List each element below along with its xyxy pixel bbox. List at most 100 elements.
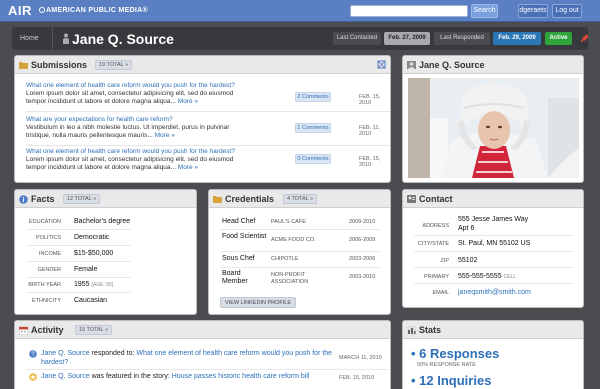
profile-photo	[408, 78, 579, 178]
response-rate: 50% RESPONSE RATE	[417, 362, 476, 368]
comments-button[interactable]: 2 Comments	[295, 92, 331, 102]
contact-label: EMAIL	[432, 290, 449, 296]
activity-item: Jane Q. Source responded to: What one el…	[41, 350, 341, 367]
submissions-count[interactable]: 19 TOTAL »	[95, 60, 133, 70]
logout-button[interactable]: Log out	[552, 4, 582, 18]
credential-org: NON-PROFIT ASSOCIATION	[271, 272, 309, 285]
credentials-panel: Credentials 4 TOTAL » Head Chef PAUL'S C…	[208, 189, 391, 315]
calendar-icon	[19, 326, 28, 335]
inquiries-stat: • 12 Inquiries	[411, 373, 492, 388]
activity-panel: Activity 15 TOTAL » ? Jane Q. Source res…	[14, 320, 391, 389]
divider	[26, 277, 131, 278]
page-title: Jane Q. Source	[72, 31, 174, 47]
address-line-1: 555 Jesse James Way	[458, 216, 529, 223]
fact-value: Bachelor's degree	[74, 218, 131, 225]
credentials-count[interactable]: 4 TOTAL »	[283, 194, 318, 204]
bar-chart-icon	[407, 326, 416, 334]
contact-label: ZIP	[440, 258, 449, 264]
activity-verb: was featured in the story:	[91, 373, 170, 380]
status-badge[interactable]: Active	[545, 32, 572, 45]
birth-year: 1955	[74, 281, 90, 288]
folder-icon	[213, 196, 222, 203]
photo-header: Jane Q. Source	[403, 56, 583, 74]
expand-icon[interactable]	[377, 60, 386, 69]
phone-type: CELL	[503, 274, 517, 280]
divider	[26, 369, 388, 370]
activity-title: Activity	[31, 325, 64, 335]
fact-label: EDUCATION	[29, 219, 61, 225]
search-button[interactable]: Search	[471, 4, 498, 18]
credential-role: Board Member	[222, 270, 248, 285]
divider	[220, 251, 380, 252]
divider	[414, 283, 574, 284]
contact-panel: Contact ADDRESS 555 Jesse James Way Apt 6…	[402, 189, 584, 308]
credential-org: PAUL'S CAFE	[271, 219, 306, 225]
phone-number: 555-555-5555	[458, 273, 502, 280]
fact-value: Caucasian	[74, 297, 108, 304]
more-link[interactable]: More »	[178, 98, 198, 105]
divider	[26, 145, 390, 146]
submission-body-line: tempor incididunt ut labore et dolore ma…	[26, 164, 176, 171]
submission-body-line: Lorem ipsum dolor sit amet, consectetur …	[26, 156, 234, 163]
divider	[26, 292, 131, 293]
submission-question[interactable]: What one element of health care reform w…	[26, 148, 288, 156]
credential-role: Head Chef	[222, 218, 256, 225]
activity-person-link[interactable]: Jane Q. Source	[41, 350, 90, 357]
activity-link[interactable]: What one element of health care reform w…	[136, 350, 332, 357]
facts-title: Facts	[31, 194, 55, 204]
divider	[26, 245, 131, 246]
fact-value: 1955 [AGE: 55]	[74, 281, 113, 288]
activity-person-link[interactable]: Jane Q. Source	[41, 373, 90, 380]
activity-verb: responded to:	[91, 350, 135, 357]
contact-value: 555-555-5555 CELL	[458, 273, 516, 280]
divider	[26, 111, 390, 112]
submissions-panel: Submissions 19 TOTAL » What one element …	[14, 55, 391, 183]
user-menu-button[interactable]: dgeraets	[518, 4, 548, 18]
submissions-header: Submissions 19 TOTAL »	[15, 56, 390, 74]
fact-label: ETHNICITY	[31, 298, 61, 304]
fact-label: BIRTH YEAR	[28, 282, 61, 288]
breadcrumb-bar: Home Jane Q. Source Last Contacted Feb. …	[12, 27, 590, 50]
air-logo[interactable]: AIR	[8, 3, 32, 18]
activity-link[interactable]: House passes historic health care reform…	[172, 373, 310, 380]
more-link[interactable]: More »	[178, 164, 198, 171]
credential-org: CHIPOTLE	[271, 256, 299, 262]
breadcrumb-home[interactable]: Home	[20, 35, 39, 42]
fact-value: Democratic	[74, 234, 110, 241]
breadcrumb-divider	[52, 27, 53, 50]
fact-label: GENDER	[37, 267, 61, 273]
credential-years: 2003-2010	[349, 274, 376, 280]
activity-header: Activity 15 TOTAL »	[15, 321, 390, 339]
activity-count[interactable]: 15 TOTAL »	[75, 325, 113, 335]
activity-date: MARCH 11, 2010	[339, 355, 382, 361]
credentials-title: Credentials	[225, 194, 275, 204]
contact-label: ADDRESS	[422, 223, 449, 229]
submission-body-line: Vestibulum in leo a nibh molestie luctus…	[26, 124, 230, 131]
address-line-2: Apt 6	[458, 225, 475, 232]
submission-body-line: tristique, nulla mauris pellentesque mau…	[26, 132, 153, 139]
search-input[interactable]	[350, 5, 468, 17]
email-link[interactable]: janeqsmith@smith.com	[458, 289, 531, 296]
submission-body-line: tempor incididunt ut labore et dolore ma…	[26, 98, 176, 105]
photo-panel: Jane Q. Source	[402, 55, 584, 183]
activity-link-continued[interactable]: hardest?	[41, 359, 68, 366]
fact-value: $15-$50,000	[74, 250, 114, 257]
photo-icon	[407, 61, 416, 69]
age-note: [AGE: 55]	[91, 282, 114, 288]
pushpin-icon[interactable]	[580, 33, 590, 43]
submission-item: What one element of health care reform w…	[26, 148, 288, 172]
more-link[interactable]: More »	[155, 132, 175, 139]
facts-count[interactable]: 12 TOTAL »	[63, 194, 101, 204]
credential-years: 2009-2010	[349, 219, 376, 225]
submission-question[interactable]: What are your expectations for health ca…	[26, 116, 288, 124]
divider	[220, 267, 380, 268]
contact-label: CITY/STATE	[418, 241, 449, 247]
question-icon: ?	[29, 350, 37, 358]
comments-button[interactable]: 1 Comments	[295, 123, 331, 133]
trademark-mark: ®	[142, 7, 148, 14]
divider	[414, 235, 574, 236]
last-responded-label: Last Responded	[434, 32, 490, 45]
submission-question[interactable]: What one element of health care reform w…	[26, 82, 288, 90]
comments-button[interactable]: 0 Comments	[295, 154, 331, 164]
linkedin-button[interactable]: VIEW LINKEDIN PROFILE	[220, 297, 297, 308]
